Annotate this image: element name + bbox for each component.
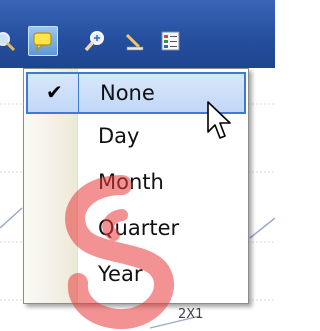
checkmark-icon: ✔: [46, 82, 63, 104]
menu-item-quarter[interactable]: Quarter: [26, 209, 246, 251]
menu-item-year[interactable]: Year: [26, 255, 246, 297]
properties-button[interactable]: [156, 26, 186, 56]
menu-item-divider: [78, 74, 79, 112]
menu-item-label: Month: [98, 170, 164, 194]
mouse-cursor-icon: [207, 101, 231, 139]
pencil-ruler-icon: [125, 33, 144, 51]
menu-item-label: Quarter: [98, 216, 180, 240]
zoom-button[interactable]: [80, 26, 110, 56]
speech-bubble-icon: [33, 32, 52, 52]
draw-button[interactable]: [120, 26, 150, 56]
magnifier-icon: [0, 32, 16, 52]
menu-item-month[interactable]: Month: [26, 163, 246, 205]
menu-item-label: Year: [98, 262, 143, 286]
axis-label: 2X1: [178, 307, 204, 322]
menu-item-label: Day: [98, 124, 140, 148]
magnifier-button[interactable]: [0, 26, 20, 56]
zoom-icon: [84, 31, 104, 52]
chart-list-icon: [161, 31, 180, 51]
comment-button[interactable]: [28, 26, 58, 56]
toolbar: [0, 0, 275, 68]
menu-item-label: None: [100, 81, 155, 105]
